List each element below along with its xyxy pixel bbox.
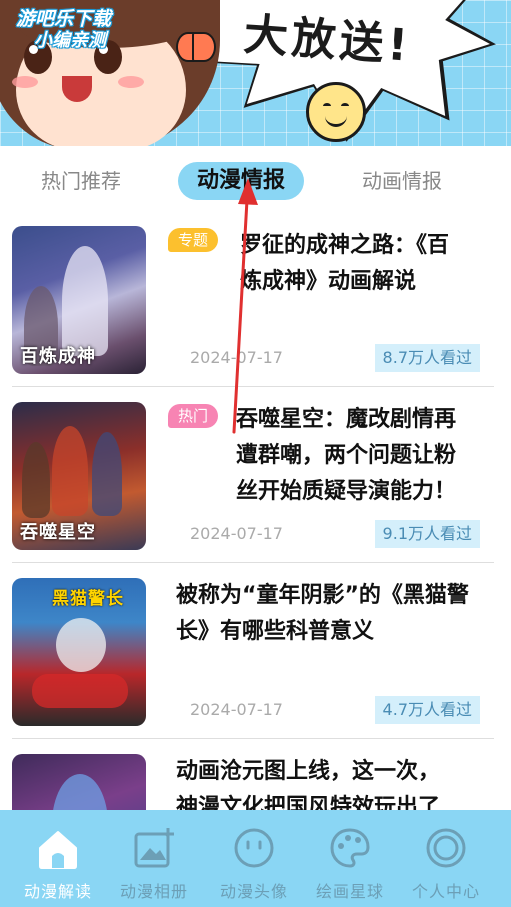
view-count-badge: 4.7万人看过 [374, 696, 480, 724]
profile-ring-icon [426, 828, 466, 868]
divider [12, 562, 494, 563]
nav-label: 绘画星球 [315, 882, 384, 901]
thumbnail-caption: 吞噬星空 [20, 522, 96, 543]
article-title-line: 遭群嘲，两个问题让粉 [236, 443, 457, 468]
watermark: 游吧乐下载 小编亲测 [16, 8, 111, 52]
nav-item-anime-reading[interactable]: 动漫解读 [10, 826, 106, 902]
article-title-line: 动画沧元图上线，这一次， [176, 759, 441, 784]
tab-animation-news[interactable]: 动画情报 [352, 162, 452, 200]
thumbnail-caption: 黑猫警长 [52, 589, 124, 609]
view-count-badge: 8.7万人看过 [374, 344, 480, 372]
topic-badge: 专题 [168, 228, 219, 252]
article-title-line: 长》有哪些科普意义 [176, 619, 375, 644]
tab-anime-news[interactable]: 动漫情报 [178, 162, 304, 200]
hair-bow-icon [176, 32, 216, 62]
article-item[interactable]: 吞噬星空 热门 吞噬星空：魔改剧情再 遭群嘲，两个问题让粉 丝开始质疑导演能力！… [12, 392, 494, 552]
divider [12, 738, 494, 739]
nav-item-painting-planet[interactable]: 绘画星球 [302, 826, 398, 902]
promo-banner[interactable]: 大放送! 游吧乐下载 小编亲测 [0, 0, 511, 146]
article-thumbnail: 百炼成神 [12, 226, 146, 374]
smiley-sticker-icon [306, 82, 366, 142]
article-title-line: 炼成神》动画解说 [240, 269, 417, 294]
nav-item-anime-avatar[interactable]: 动漫头像 [206, 826, 302, 902]
article-thumbnail: 黑猫警长 [12, 578, 146, 726]
divider [12, 386, 494, 387]
article-list[interactable]: 百炼成神 专题 罗征的成神之路：《百 炼成神》动画解说 2024-07-17 8… [0, 216, 511, 810]
view-count-badge: 9.1万人看过 [374, 520, 480, 548]
album-add-icon [134, 828, 174, 868]
watermark-line2: 小编亲测 [34, 30, 106, 51]
nav-label: 动漫解读 [23, 882, 92, 901]
nav-item-anime-album[interactable]: 动漫相册 [106, 826, 202, 902]
article-title-line: 被称为“童年阴影”的《黑猫警 [176, 583, 469, 608]
thumbnail-caption: 百炼成神 [20, 346, 96, 367]
watermark-line1: 游吧乐下载 [16, 8, 112, 30]
article-item[interactable]: 黑猫警长 被称为“童年阴影”的《黑猫警 长》有哪些科普意义 2024-07-17… [12, 568, 494, 728]
article-item[interactable]: 百炼成神 专题 罗征的成神之路：《百 炼成神》动画解说 2024-07-17 8… [12, 216, 494, 376]
nav-label: 动漫相册 [119, 882, 188, 901]
article-date: 2024-07-17 [190, 700, 283, 719]
article-title-line: 丝开始质疑导演能力！ [236, 479, 457, 504]
banner-headline: 大放送! [242, 9, 414, 72]
article-item[interactable]: 动画沧元图上线，这一次， 神漫文化把国风特效玩出了 [12, 744, 494, 810]
nav-label: 个人中心 [411, 882, 480, 901]
article-thumbnail: 吞噬星空 [12, 402, 146, 550]
article-thumbnail [12, 754, 146, 810]
hot-badge: 热门 [168, 404, 219, 428]
article-date: 2024-07-17 [190, 348, 283, 367]
bottom-navigation: 动漫解读 动漫相册 动漫头像 绘画星球 个人中心 [0, 810, 511, 907]
article-date: 2024-07-17 [190, 524, 283, 543]
article-title-line: 罗征的成神之路：《百 [240, 233, 450, 258]
smiley-face-icon [234, 828, 274, 868]
tab-hot-recommend[interactable]: 热门推荐 [36, 162, 126, 200]
palette-icon [330, 828, 370, 868]
article-title-line: 神漫文化把国风特效玩出了 [176, 795, 441, 810]
app-screen: 大放送! 游吧乐下载 小编亲测 热门推荐 动漫情报 动画情报 百炼成神 专题 罗… [0, 0, 511, 907]
article-title-line: 吞噬星空：魔改剧情再 [236, 407, 457, 432]
category-tabs: 热门推荐 动漫情报 动画情报 [0, 146, 511, 216]
nav-label: 动漫头像 [219, 882, 288, 901]
home-icon [39, 831, 77, 869]
nav-item-personal-center[interactable]: 个人中心 [398, 826, 494, 902]
